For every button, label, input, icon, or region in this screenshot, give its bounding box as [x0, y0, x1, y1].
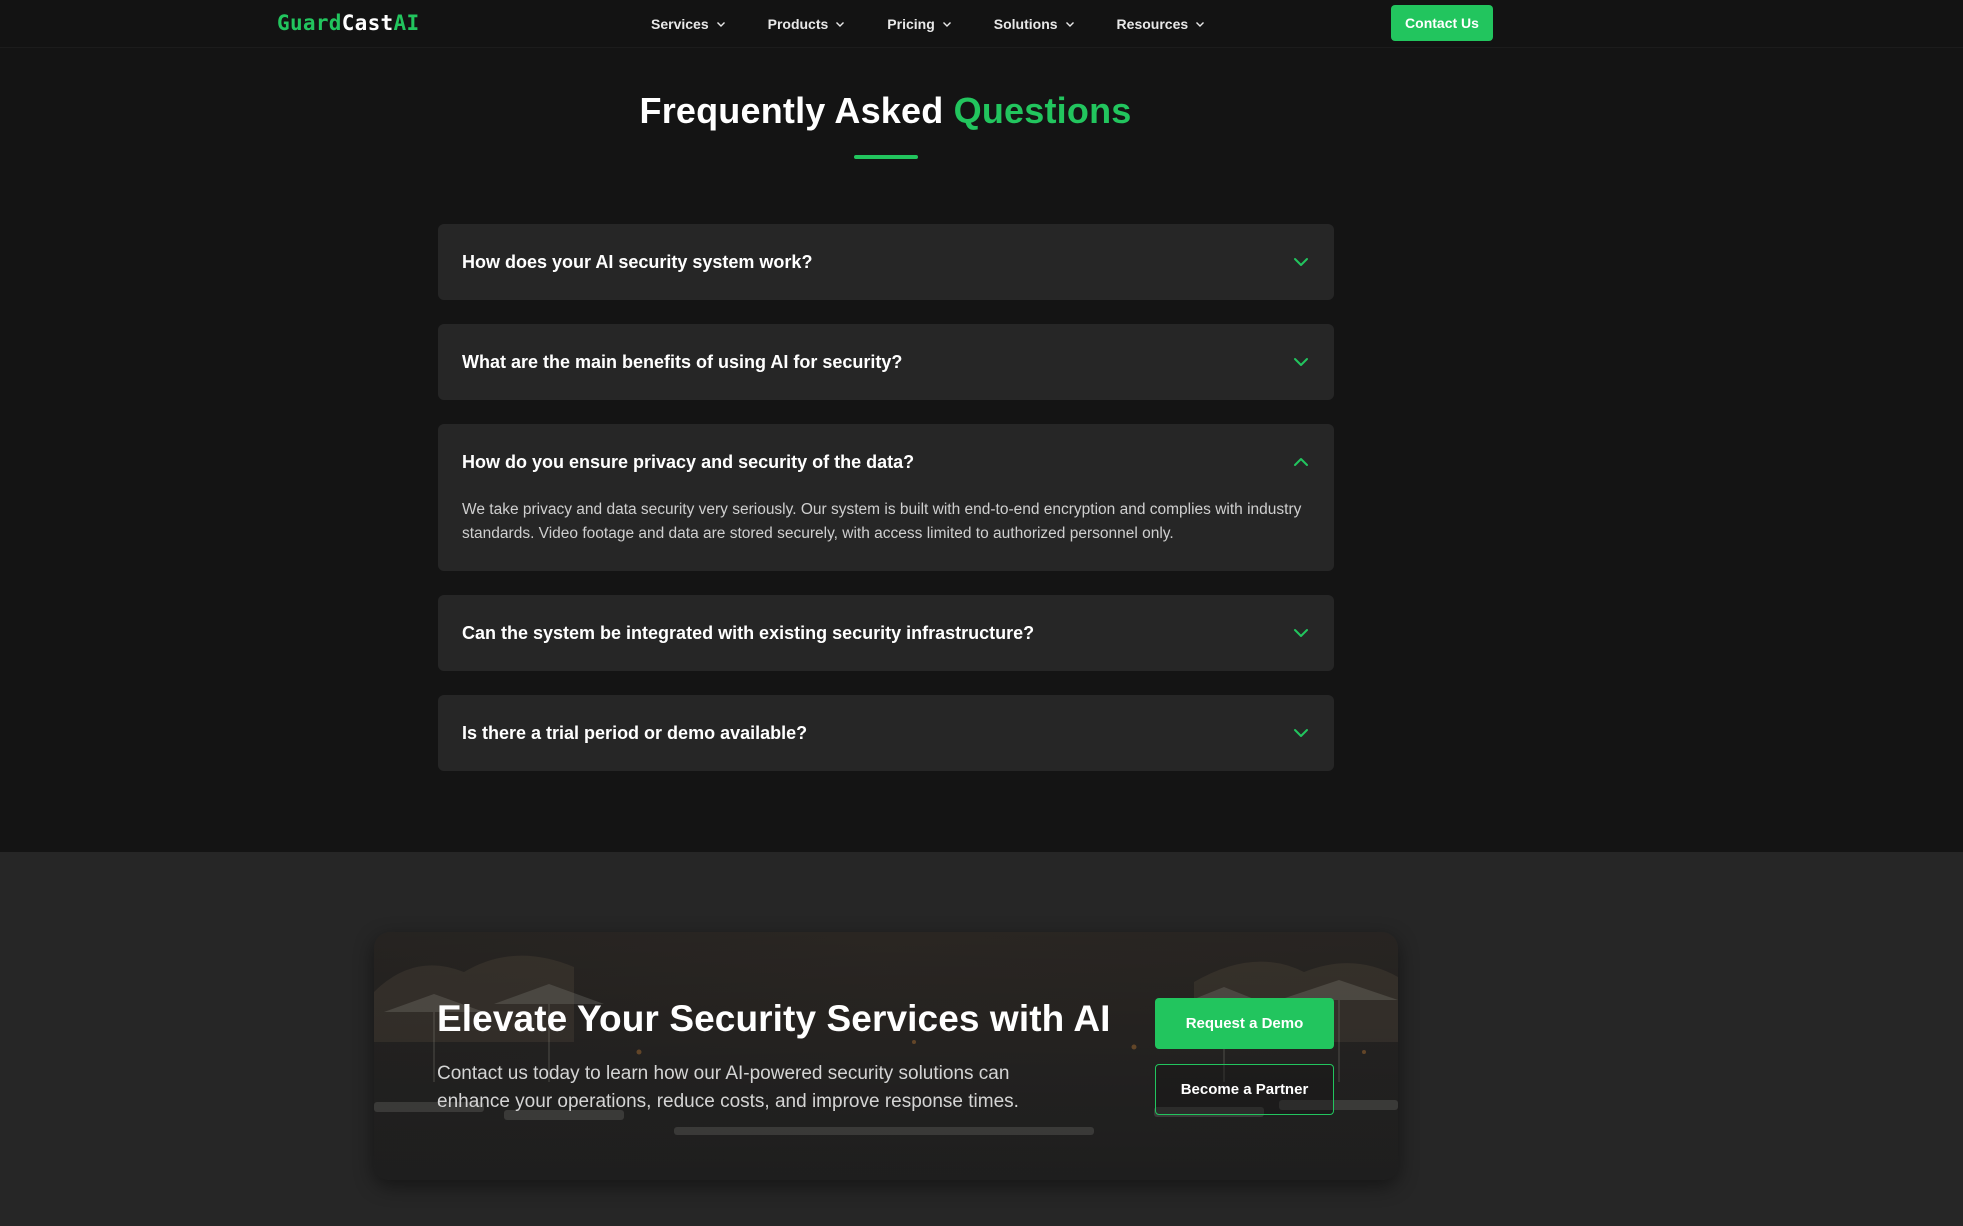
resort-background-image	[374, 955, 1398, 1135]
chevron-down-icon[interactable]	[1292, 253, 1310, 271]
cta-section: Elevate Your Security Services with AI C…	[0, 852, 1963, 1226]
become-partner-button[interactable]: Become a Partner	[1155, 1064, 1334, 1115]
cta-banner: Elevate Your Security Services with AI C…	[374, 932, 1398, 1180]
faq-question: How do you ensure privacy and security o…	[462, 451, 915, 472]
nav-item-solutions[interactable]: Solutions	[994, 14, 1075, 34]
chevron-down-icon[interactable]	[1292, 353, 1310, 371]
nav-item-services[interactable]: Services	[651, 14, 726, 34]
brand-logo[interactable]: GuardCastAI	[277, 11, 419, 35]
faq-heading: Frequently Asked Questions	[0, 90, 1771, 132]
faq-question-row[interactable]: How does your AI security system work?	[438, 224, 1334, 300]
request-demo-button[interactable]: Request a Demo	[1155, 998, 1334, 1049]
top-navbar: GuardCastAI Services Products Pricing So…	[0, 0, 1963, 48]
heading-underline-divider	[854, 155, 918, 159]
faq-question: Is there a trial period or demo availabl…	[462, 722, 808, 743]
faq-item[interactable]: Is there a trial period or demo availabl…	[438, 695, 1334, 771]
chevron-down-icon	[1196, 22, 1205, 27]
contact-us-button[interactable]: Contact Us	[1391, 5, 1493, 41]
faq-question-row[interactable]: What are the main benefits of using AI f…	[438, 324, 1334, 400]
main-nav: Services Products Pricing Solutions Reso…	[651, 14, 1247, 34]
nav-item-resources[interactable]: Resources	[1117, 14, 1206, 34]
nav-item-pricing[interactable]: Pricing	[887, 14, 951, 34]
cta-description: Contact us today to learn how our AI-pow…	[437, 1063, 1019, 1112]
faq-question: Can the system be integrated with existi…	[462, 622, 1035, 643]
chevron-down-icon	[942, 22, 951, 27]
faq-item[interactable]: Can the system be integrated with existi…	[438, 595, 1334, 671]
faq-question: How does your AI security system work?	[462, 251, 813, 272]
nav-item-label: Resources	[1116, 16, 1189, 32]
faq-heading-main: Frequently Asked	[639, 90, 944, 131]
faq-item[interactable]: What are the main benefits of using AI f…	[438, 324, 1334, 400]
nav-item-label: Solutions	[993, 16, 1058, 32]
faq-heading-accent: Questions	[953, 90, 1132, 131]
logo-part-ai: AI	[393, 11, 420, 35]
faq-accordion: How does your AI security system work? W…	[438, 224, 1334, 795]
chevron-down-icon[interactable]	[1292, 724, 1310, 742]
logo-part-guard: Guard	[277, 11, 342, 35]
chevron-down-icon	[836, 22, 845, 27]
logo-part-cast: Cast	[341, 11, 394, 35]
nav-item-label: Services	[651, 16, 709, 32]
cta-heading: Elevate Your Security Services with AI	[437, 998, 1111, 1039]
chevron-up-icon[interactable]	[1292, 453, 1310, 471]
faq-question-row[interactable]: How do you ensure privacy and security o…	[438, 424, 1334, 500]
nav-item-label: Pricing	[887, 16, 935, 32]
chevron-down-icon	[1065, 22, 1074, 27]
faq-question: What are the main benefits of using AI f…	[462, 351, 903, 372]
chevron-down-icon[interactable]	[1292, 624, 1310, 642]
faq-item[interactable]: How does your AI security system work?	[438, 224, 1334, 300]
nav-item-label: Products	[767, 16, 829, 32]
faq-item-expanded[interactable]: How do you ensure privacy and security o…	[438, 424, 1334, 571]
chevron-down-icon	[716, 22, 725, 27]
faq-answer: We take privacy and data security very s…	[462, 501, 1302, 542]
faq-question-row[interactable]: Can the system be integrated with existi…	[438, 595, 1334, 671]
faq-question-row[interactable]: Is there a trial period or demo availabl…	[438, 695, 1334, 771]
nav-item-products[interactable]: Products	[768, 14, 846, 34]
